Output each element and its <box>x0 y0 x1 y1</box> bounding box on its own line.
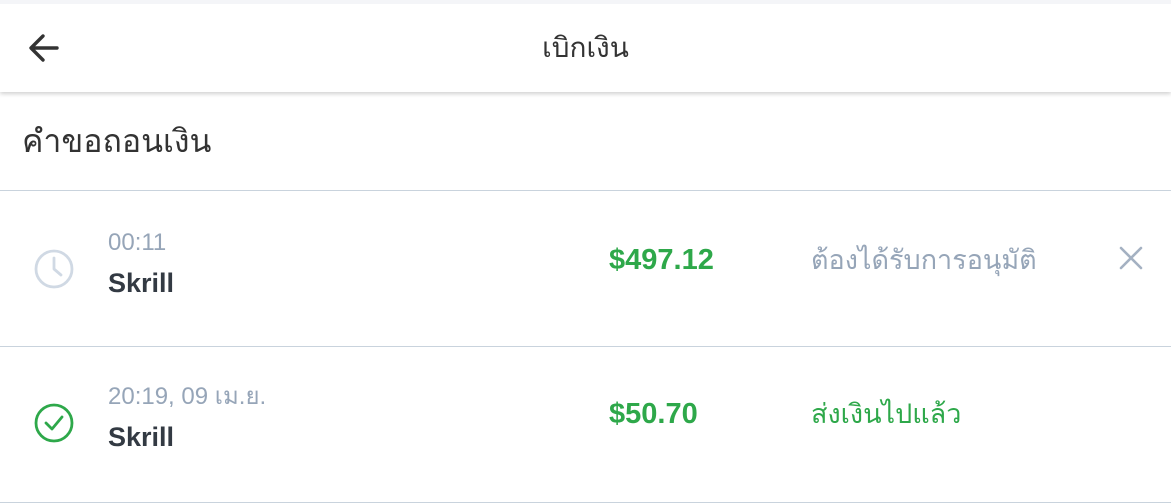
page-title: เบิกเงิน <box>542 32 629 63</box>
close-icon <box>1119 246 1143 270</box>
check-circle-icon <box>34 403 74 443</box>
request-amount: $50.70 <box>609 398 698 430</box>
section-title: คำขอถอนเงิน <box>22 123 212 159</box>
request-amount: $497.12 <box>609 244 714 276</box>
status-strip <box>0 0 1171 4</box>
withdrawal-request-row: 00:11 Skrill $497.12 ต้องได้รับการอนุมัต… <box>0 191 1171 347</box>
withdrawal-request-row: 20:19, 09 เม.ย. Skrill $50.70 ส่งเงินไปแ… <box>0 347 1171 503</box>
withdraw-screen: เบิกเงิน คำขอถอนเงิน 00:11 Skrill $497.1… <box>0 0 1171 503</box>
section-header: คำขอถอนเงิน <box>0 94 1171 191</box>
cancel-request-button[interactable] <box>1110 237 1152 279</box>
request-time: 00:11 <box>108 229 167 256</box>
payment-method: Skrill <box>108 268 175 298</box>
payment-method: Skrill <box>108 422 175 452</box>
request-time: 20:19, 09 เม.ย. <box>108 383 267 410</box>
status-sent: ส่งเงินไปแล้ว <box>811 399 962 429</box>
status-pending: ต้องได้รับการอนุมัติ <box>811 245 1037 275</box>
clock-icon <box>34 249 74 289</box>
app-header: เบิกเงิน <box>0 0 1171 92</box>
